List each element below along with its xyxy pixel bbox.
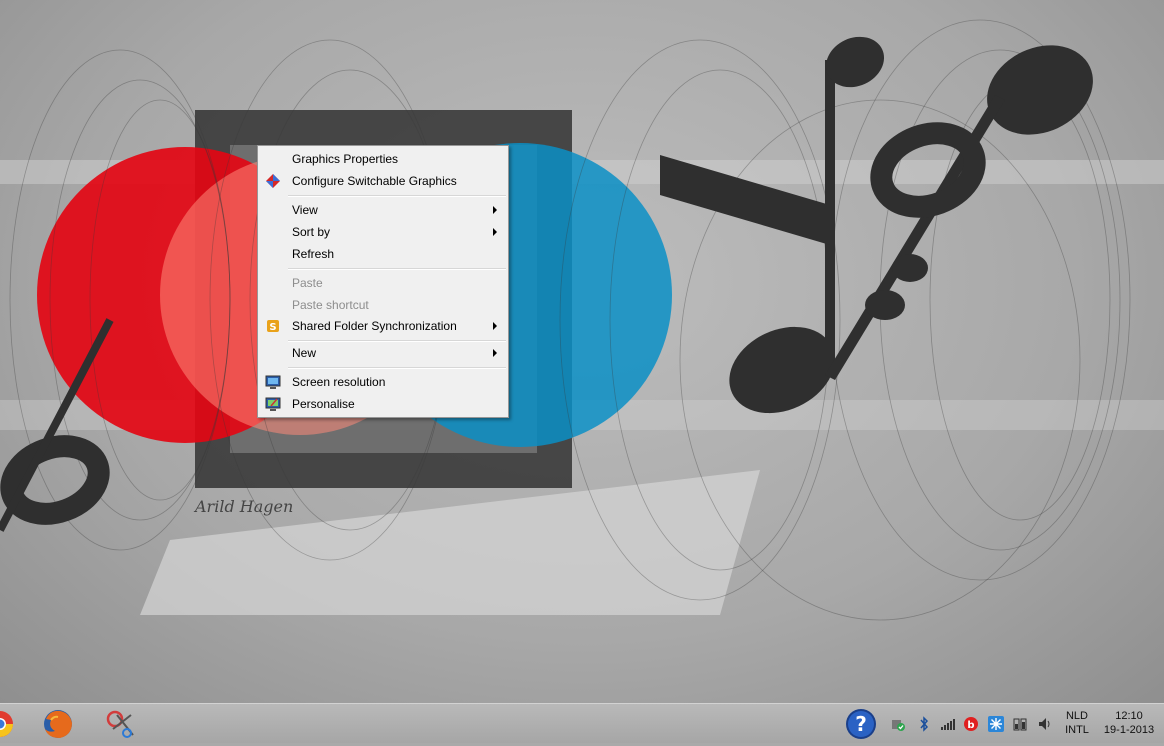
menu-separator xyxy=(288,268,506,270)
snipping-tool-icon xyxy=(106,710,134,738)
personalise-icon xyxy=(265,397,281,411)
menu-item-label: Personalise xyxy=(292,397,355,411)
language-indicator[interactable]: NLD INTL xyxy=(1064,709,1090,737)
menu-item-refresh[interactable]: Refresh xyxy=(260,243,506,265)
svg-text:?: ? xyxy=(855,712,867,736)
menu-item-configure-switchable-graphics[interactable]: Configure Switchable Graphics xyxy=(260,170,506,192)
taskbar-firefox[interactable] xyxy=(40,707,76,741)
taskbar-chrome[interactable] xyxy=(0,707,18,741)
submenu-arrow-icon xyxy=(493,228,497,236)
switchable-graphics-icon xyxy=(266,174,280,188)
menu-item-personalise[interactable]: Personalise xyxy=(260,393,506,415)
network-adapter-icon[interactable] xyxy=(890,716,906,732)
menu-item-label: Graphics Properties xyxy=(292,152,399,166)
bluetooth-icon[interactable] xyxy=(916,716,932,732)
shared-folder-sync-icon: S xyxy=(267,320,279,333)
svg-text:S: S xyxy=(269,322,276,333)
menu-item-label: Refresh xyxy=(292,247,335,261)
power-icon[interactable] xyxy=(1012,716,1028,732)
svg-text:b: b xyxy=(967,720,974,731)
help-icon[interactable]: ? xyxy=(845,708,877,740)
menu-item-paste-shortcut: Paste shortcut xyxy=(260,294,506,316)
snowflake-icon[interactable] xyxy=(988,716,1004,732)
submenu-arrow-icon xyxy=(493,206,497,214)
menu-separator xyxy=(288,367,506,369)
clock-date: 19-1-2013 xyxy=(1103,724,1155,736)
menu-item-sort-by[interactable]: Sort by xyxy=(260,221,506,243)
screen-resolution-icon xyxy=(265,375,281,389)
submenu-arrow-icon xyxy=(493,322,497,330)
menu-item-shared-folder-sync[interactable]: S Shared Folder Synchronization xyxy=(260,315,506,337)
menu-item-view[interactable]: View xyxy=(260,199,506,221)
desktop-context-menu: Graphics Properties Configure Switchable… xyxy=(257,145,509,418)
wallpaper: Arild Hagen xyxy=(0,19,1164,621)
menu-separator xyxy=(288,195,506,197)
desktop[interactable]: Arild Hagen Graphics Properties Configur… xyxy=(0,0,1164,703)
menu-item-label: View xyxy=(292,203,318,217)
menu-item-label: Sort by xyxy=(292,225,331,239)
menu-item-new[interactable]: New xyxy=(260,342,506,364)
volume-icon[interactable] xyxy=(1037,716,1053,732)
clock[interactable]: 12:10 19-1-2013 xyxy=(1100,709,1158,737)
menu-item-label: Screen resolution xyxy=(292,375,386,389)
menu-item-label: New xyxy=(292,346,317,360)
menu-item-label: Configure Switchable Graphics xyxy=(292,174,457,188)
menu-item-screen-resolution[interactable]: Screen resolution xyxy=(260,371,506,393)
language-code: NLD xyxy=(1065,710,1088,722)
menu-item-label: Paste xyxy=(292,276,323,290)
menu-item-label: Shared Folder Synchronization xyxy=(292,319,457,333)
menu-item-paste: Paste xyxy=(260,272,506,294)
beats-audio-icon[interactable]: b xyxy=(963,716,979,732)
taskbar: ? b NLD INTL 12:10 19-1-2013 xyxy=(0,703,1164,743)
taskbar-snipping-tool[interactable] xyxy=(103,707,139,741)
clock-time: 12:10 xyxy=(1115,710,1143,722)
signal-bars-icon[interactable] xyxy=(940,716,956,732)
chrome-icon xyxy=(0,711,14,738)
wallpaper-signature: Arild Hagen xyxy=(193,497,293,516)
menu-item-graphics-properties[interactable]: Graphics Properties xyxy=(260,148,506,170)
menu-item-label: Paste shortcut xyxy=(292,298,369,312)
keyboard-layout: INTL xyxy=(1065,724,1089,736)
submenu-arrow-icon xyxy=(493,349,497,357)
firefox-icon xyxy=(44,710,72,738)
